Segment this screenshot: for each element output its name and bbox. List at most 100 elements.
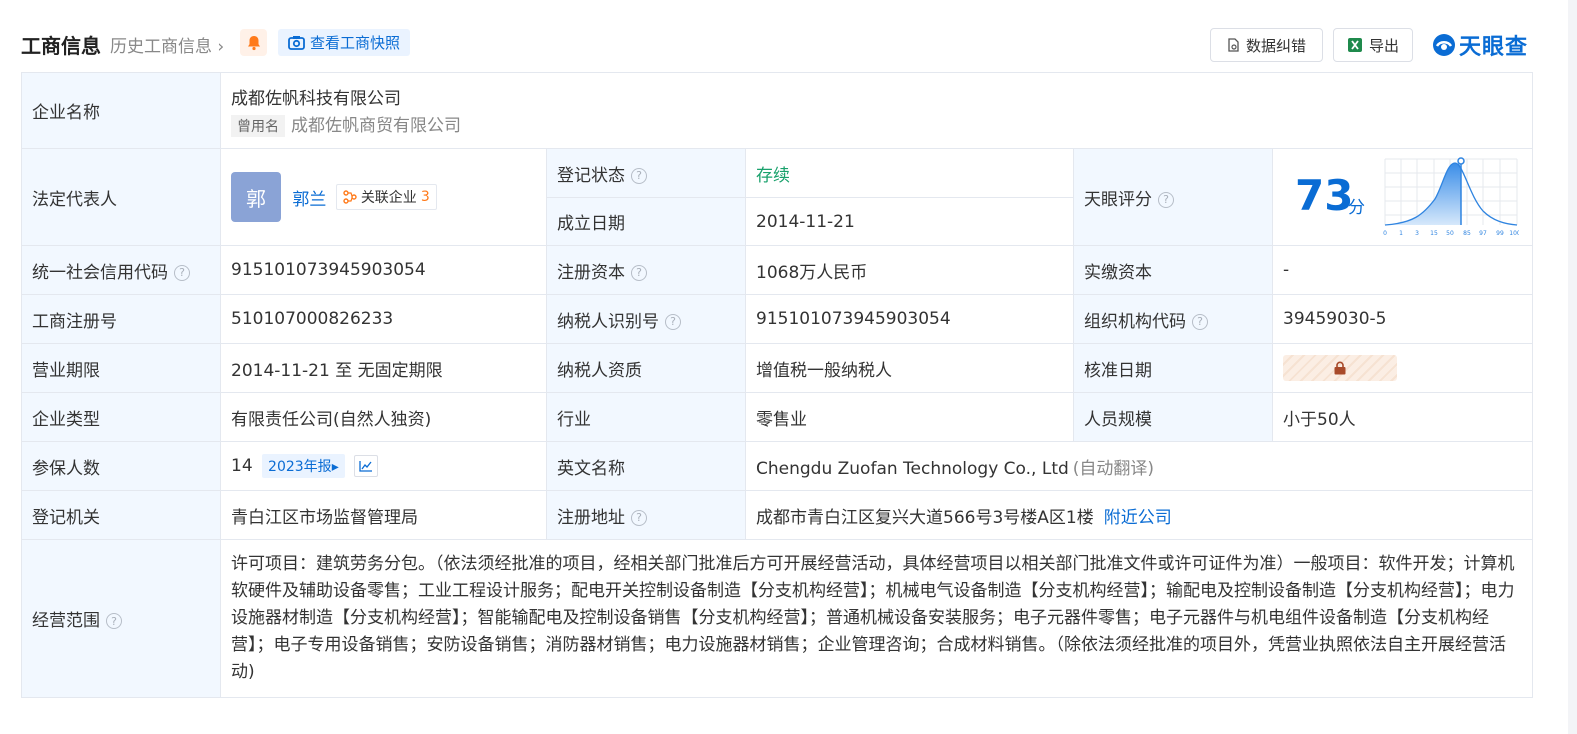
authority-value: 青白江区市场监督管理局 [220,490,547,540]
axis-tick-label: 15 [1430,230,1438,237]
axis-tick-label: 50 [1446,230,1454,237]
authority-label: 登记机关 [21,490,221,540]
score-distribution-chart: 0 1 3 15 50 85 97 99 100 [1383,157,1519,237]
reg-capital-value: 1068万人民币 [745,245,1074,295]
insured-cell: 14 2023年报▸ [220,441,547,491]
help-icon[interactable]: ? [1158,191,1174,208]
table-row: 统一社会信用代码? 915101073945903054 注册资本? 1068万… [21,245,1533,295]
tax-id-value: 915101073945903054 [745,294,1074,344]
address-label: 注册地址 [557,507,625,528]
network-icon [343,190,357,204]
axis-tick-label: 100 [1509,230,1519,237]
avatar[interactable]: 郭 [231,172,281,222]
table-row: 参保人数 14 2023年报▸ 英文名称 Chengdu Zuofan Tech… [21,441,1533,491]
company-name-label: 企业名称 [21,72,221,149]
paid-capital-label: 实缴资本 [1073,245,1273,295]
help-icon[interactable]: ? [1192,313,1208,330]
reg-capital-label-cell: 注册资本? [546,245,746,295]
legal-rep-name[interactable]: 郭兰 [292,190,326,210]
scrollbar[interactable] [1568,0,1577,734]
export-button[interactable]: 导出 [1333,28,1413,62]
history-label: 历史工商信息 [110,37,212,57]
axis-tick-label: 99 [1496,230,1504,237]
legal-rep-label: 法定代表人 [21,148,221,246]
scope-label: 经营范围 [32,611,100,631]
caret-right-icon: ▸ [331,459,339,475]
tax-quality-label: 纳税人资质 [546,343,746,393]
address-cell: 成都市青白江区复兴大道566号3号楼A区1楼 附近公司 [745,490,1533,540]
logo-text: 天眼查 [1459,35,1529,60]
credit-code-label: 统一社会信用代码 [32,262,168,283]
related-companies-count: 3 [420,189,430,205]
tianyancha-logo: 天眼查 [1432,29,1528,61]
help-icon[interactable]: ? [174,264,190,281]
section-title: 工商信息 [21,34,101,58]
help-icon[interactable]: ? [665,313,681,330]
related-companies-label: 关联企业 [360,190,417,206]
used-name-tag: 曾用名 [231,115,285,137]
scope-label-cell: 经营范围? [21,539,221,698]
vip-locked-value[interactable] [1283,355,1397,381]
org-code-label: 组织机构代码 [1084,311,1186,332]
help-icon[interactable]: ? [631,167,647,184]
data-correction-label: 数据纠错 [1245,36,1306,55]
score-unit: 分 [1348,198,1365,218]
score-value: 73 [1295,171,1354,220]
data-correction-button[interactable]: 数据纠错 [1210,28,1323,62]
axis-tick-label: 0 [1383,230,1387,237]
term-label: 营业期限 [21,343,221,393]
company-type-label: 企业类型 [21,392,221,442]
staff-label: 人员规模 [1073,392,1273,442]
section-header: 工商信息 历史工商信息 › 查看工商快照 数据纠错 导出 天眼查 [21,24,1532,66]
help-icon[interactable]: ? [631,509,647,526]
company-type-value: 有限责任公司(自然人独资) [220,392,547,442]
table-row: 营业期限 2014-11-21 至 无固定期限 纳税人资质 增值税一般纳税人 核… [21,343,1533,393]
org-code-value: 39459030-5 [1272,294,1533,344]
axis-tick-label: 97 [1479,230,1487,237]
nearby-companies-link[interactable]: 附近公司 [1104,508,1172,528]
score-label: 天眼评分 [1084,189,1152,210]
bell-icon [247,35,260,50]
annual-report-label: 2023年报 [268,459,332,475]
approve-date-cell [1272,343,1533,393]
found-date-label: 成立日期 [546,197,746,246]
reg-status-value: 存续 [745,148,1074,198]
table-row: 企业名称 成都佐帆科技有限公司 曾用名 成都佐帆商贸有限公司 [21,72,1533,149]
table-row: 法定代表人 郭 郭兰 关联企业 3 登记状态? 存续 天眼评分? 73 分 0 … [21,148,1533,246]
auto-translate-note: (自动翻译) [1072,458,1155,479]
score-label-cell: 天眼评分? [1073,148,1273,246]
staff-value: 小于50人 [1272,392,1533,442]
lock-icon [1334,361,1346,375]
company-name-cell: 成都佐帆科技有限公司 曾用名 成都佐帆商贸有限公司 [220,72,1533,149]
snapshot-label: 查看工商快照 [310,34,401,52]
tax-id-label: 纳税人识别号 [557,311,659,332]
reg-capital-label: 注册资本 [557,262,625,283]
tax-id-label-cell: 纳税人识别号? [546,294,746,344]
export-label: 导出 [1368,36,1399,55]
bell-button[interactable] [240,29,267,56]
history-link[interactable]: 历史工商信息 › [110,32,224,57]
line-chart-icon [359,461,373,472]
reg-status-label: 登记状态 [557,165,625,186]
related-companies-button[interactable]: 关联企业 3 [335,184,437,210]
help-icon[interactable]: ? [106,613,122,629]
insured-value: 14 [231,456,253,476]
annual-report-link[interactable]: 2023年报▸ [262,454,345,478]
company-name: 成都佐帆科技有限公司 [231,89,401,109]
industry-value: 零售业 [745,392,1074,442]
credit-code-value: 915101073945903054 [220,245,547,295]
axis-tick-label: 3 [1415,230,1419,237]
logo-eye-icon [1433,34,1455,56]
industry-label: 行业 [546,392,746,442]
reg-status-label-cell: 登记状态? [546,148,746,198]
reg-no-label: 工商注册号 [21,294,221,344]
address-value: 成都市青白江区复兴大道566号3号楼A区1楼 [756,507,1094,528]
snapshot-button[interactable]: 查看工商快照 [278,29,410,56]
score-cell[interactable]: 73 分 0 1 3 15 50 85 97 99 100 [1272,148,1533,246]
help-icon[interactable]: ? [631,264,647,281]
scope-value: 许可项目：建筑劳务分包。（依法须经批准的项目，经相关部门批准后方可开展经营活动，… [220,539,1533,698]
camera-icon [288,36,305,50]
trend-chart-button[interactable] [354,455,379,477]
reg-no-value: 510107000826233 [220,294,547,344]
axis-tick-label: 85 [1463,230,1471,237]
